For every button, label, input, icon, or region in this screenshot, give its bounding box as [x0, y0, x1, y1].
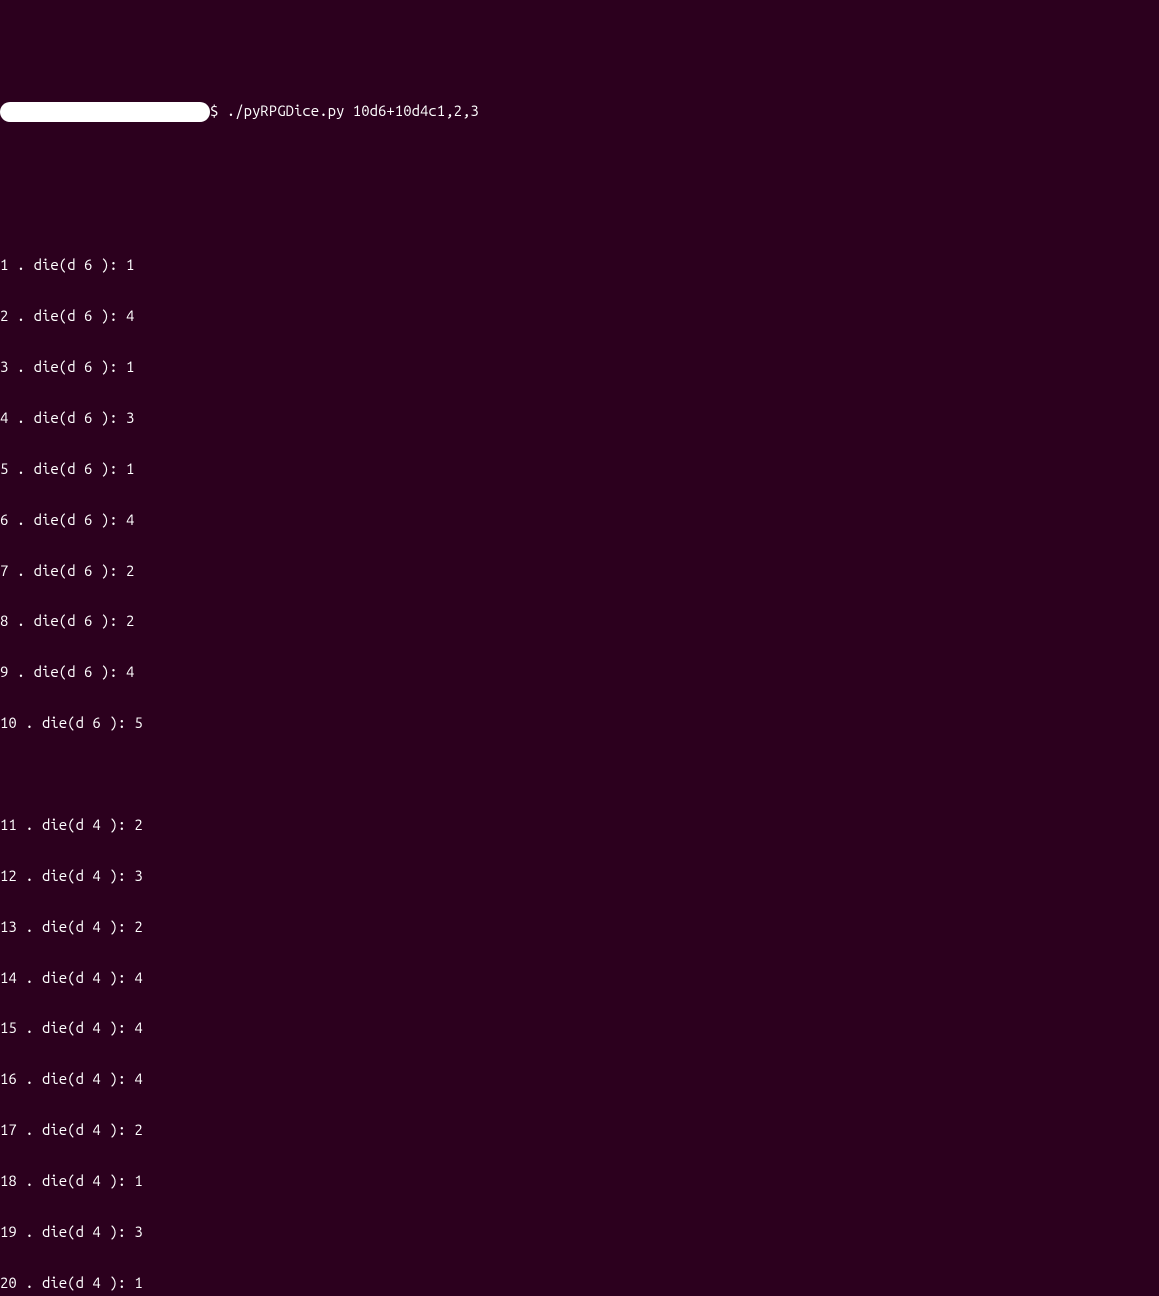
dice-roll-line: 17 . die(d 4 ): 2: [0, 1122, 1159, 1139]
command-text: ./pyRPGDice.py 10d6+10d4c1,2,3: [218, 103, 478, 120]
prompt-dollar: $: [210, 103, 218, 120]
dice-roll-line: 6 . die(d 6 ): 4: [0, 512, 1159, 529]
dice-roll-line: 14 . die(d 4 ): 4: [0, 970, 1159, 987]
dice-roll-line: 7 . die(d 6 ): 2: [0, 563, 1159, 580]
dice-roll-line: 10 . die(d 6 ): 5: [0, 715, 1159, 732]
blank-line: [0, 156, 1159, 173]
blank-line: [0, 766, 1159, 783]
terminal[interactable]: $ ./pyRPGDice.py 10d6+10d4c1,2,3 1 . die…: [0, 68, 1159, 1296]
dice-roll-line: 9 . die(d 6 ): 4: [0, 664, 1159, 681]
dice-roll-line: 2 . die(d 6 ): 4: [0, 308, 1159, 325]
prompt-line-1: $ ./pyRPGDice.py 10d6+10d4c1,2,3: [0, 102, 1159, 122]
dice-roll-line: 8 . die(d 6 ): 2: [0, 613, 1159, 630]
dice-roll-line: 16 . die(d 4 ): 4: [0, 1071, 1159, 1088]
dice-roll-line: 18 . die(d 4 ): 1: [0, 1173, 1159, 1190]
dice-roll-line: 12 . die(d 4 ): 3: [0, 868, 1159, 885]
dice-roll-line: 15 . die(d 4 ): 4: [0, 1020, 1159, 1037]
dice-roll-line: 4 . die(d 6 ): 3: [0, 410, 1159, 427]
dice-roll-line: 3 . die(d 6 ): 1: [0, 359, 1159, 376]
blank-line: [0, 206, 1159, 223]
dice-roll-line: 1 . die(d 6 ): 1: [0, 257, 1159, 274]
dice-roll-line: 13 . die(d 4 ): 2: [0, 919, 1159, 936]
dice-roll-line: 5 . die(d 6 ): 1: [0, 461, 1159, 478]
redacted-user-host: [0, 102, 210, 122]
dice-roll-line: 19 . die(d 4 ): 3: [0, 1224, 1159, 1241]
dice-roll-line: 11 . die(d 4 ): 2: [0, 817, 1159, 834]
dice-roll-line: 20 . die(d 4 ): 1: [0, 1275, 1159, 1292]
